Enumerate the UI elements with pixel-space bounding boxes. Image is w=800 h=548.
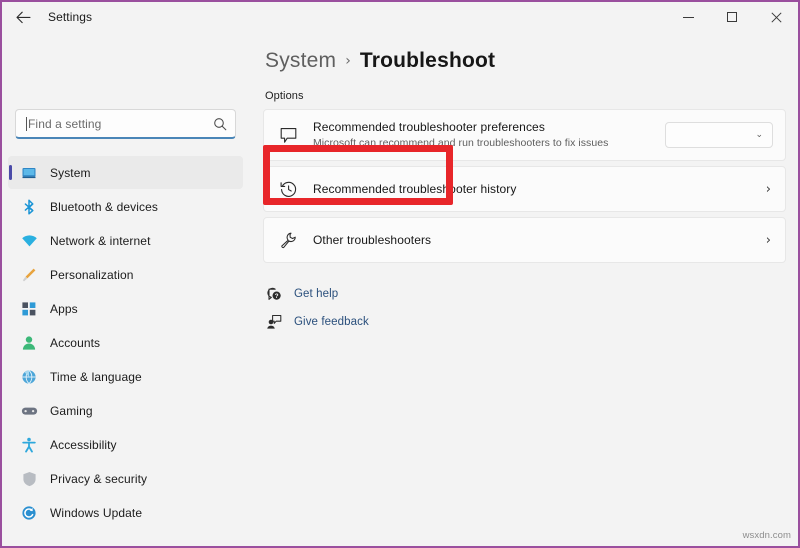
chevron-right-icon: › bbox=[766, 182, 773, 197]
maximize-icon bbox=[727, 12, 737, 22]
text-caret bbox=[26, 117, 27, 131]
watermark: wsxdn.com bbox=[743, 530, 791, 541]
sidebar-item-apps[interactable]: Apps bbox=[8, 292, 243, 325]
sidebar-nav: System Bluetooth & devices Network & int… bbox=[2, 156, 250, 529]
sidebar-item-label: Network & internet bbox=[50, 234, 151, 248]
link-label: Get help bbox=[294, 288, 338, 300]
sidebar-item-system[interactable]: System bbox=[8, 156, 243, 189]
link-give-feedback[interactable]: Give feedback bbox=[265, 311, 798, 332]
chevron-down-icon: ⌄ bbox=[755, 130, 763, 140]
search-input[interactable]: Find a setting bbox=[15, 109, 236, 139]
chat-bubble-icon bbox=[277, 124, 299, 146]
card-other-troubleshooters[interactable]: Other troubleshooters › bbox=[263, 217, 786, 263]
sidebar-item-label: Accessibility bbox=[50, 438, 117, 452]
card-text: Recommended troubleshooter preferences M… bbox=[313, 120, 665, 150]
help-question-icon: ? bbox=[265, 285, 282, 302]
chevron-right-icon: › bbox=[766, 233, 773, 248]
minimize-button[interactable] bbox=[666, 2, 710, 32]
sidebar-item-time-language[interactable]: Time & language bbox=[8, 360, 243, 393]
card-subtitle: Microsoft can recommend and run troubles… bbox=[313, 137, 665, 150]
title-bar: Settings bbox=[2, 2, 798, 32]
breadcrumb: System › Troubleshoot bbox=[265, 49, 798, 73]
breadcrumb-parent[interactable]: System bbox=[265, 49, 336, 73]
card-recommended-troubleshooter-history[interactable]: Recommended troubleshooter history › bbox=[263, 166, 786, 212]
bluetooth-icon bbox=[20, 198, 38, 216]
sidebar-item-label: Windows Update bbox=[50, 506, 142, 520]
window-controls bbox=[666, 2, 798, 32]
options-list: Recommended troubleshooter preferences M… bbox=[263, 109, 786, 263]
gamepad-icon bbox=[20, 402, 38, 420]
history-clock-icon bbox=[277, 178, 299, 200]
sidebar-item-privacy-security[interactable]: Privacy & security bbox=[8, 462, 243, 495]
globe-icon bbox=[20, 368, 38, 386]
sidebar-item-bluetooth-devices[interactable]: Bluetooth & devices bbox=[8, 190, 243, 223]
wifi-icon bbox=[20, 232, 38, 250]
sidebar-item-label: Privacy & security bbox=[50, 472, 147, 486]
card-text: Other troubleshooters bbox=[313, 233, 766, 248]
link-label: Give feedback bbox=[294, 316, 369, 328]
search-container: Find a setting bbox=[15, 109, 236, 139]
sidebar-item-label: Bluetooth & devices bbox=[50, 200, 158, 214]
back-button[interactable] bbox=[6, 3, 40, 31]
minimize-icon bbox=[683, 17, 694, 18]
sidebar-item-windows-update[interactable]: Windows Update bbox=[8, 496, 243, 529]
search-placeholder: Find a setting bbox=[28, 117, 213, 131]
sidebar-item-label: Time & language bbox=[50, 370, 142, 384]
shield-icon bbox=[20, 470, 38, 488]
sidebar-item-accounts[interactable]: Accounts bbox=[8, 326, 243, 359]
sidebar-item-gaming[interactable]: Gaming bbox=[8, 394, 243, 427]
apps-icon bbox=[20, 300, 38, 318]
main-content: System › Troubleshoot Options Recommende… bbox=[250, 32, 798, 546]
feedback-person-icon bbox=[265, 313, 282, 330]
sidebar-item-label: Apps bbox=[50, 302, 78, 316]
card-title: Recommended troubleshooter preferences bbox=[313, 120, 665, 135]
brush-icon bbox=[20, 266, 38, 284]
recommended-troubleshooter-dropdown[interactable]: ⌄ bbox=[665, 122, 773, 148]
sidebar-item-label: System bbox=[50, 166, 91, 180]
update-icon bbox=[20, 504, 38, 522]
breadcrumb-separator-icon: › bbox=[345, 53, 351, 69]
help-links: ? Get help Give feedback bbox=[265, 283, 798, 332]
person-icon bbox=[20, 334, 38, 352]
sidebar: Find a setting System bbox=[2, 32, 250, 546]
accessibility-icon bbox=[20, 436, 38, 454]
card-text: Recommended troubleshooter history bbox=[313, 182, 766, 197]
window-title: Settings bbox=[48, 10, 92, 24]
back-arrow-icon bbox=[16, 11, 31, 24]
sidebar-item-network-internet[interactable]: Network & internet bbox=[8, 224, 243, 257]
card-title: Recommended troubleshooter history bbox=[313, 182, 766, 197]
close-icon bbox=[771, 12, 782, 23]
sidebar-item-label: Accounts bbox=[50, 336, 100, 350]
monitor-icon bbox=[20, 164, 38, 182]
card-recommended-troubleshooter-preferences[interactable]: Recommended troubleshooter preferences M… bbox=[263, 109, 786, 161]
card-title: Other troubleshooters bbox=[313, 233, 766, 248]
page-title: Troubleshoot bbox=[360, 49, 495, 73]
sidebar-item-label: Personalization bbox=[50, 268, 134, 282]
settings-window: Settings Find a setting bbox=[0, 0, 800, 548]
sidebar-item-personalization[interactable]: Personalization bbox=[8, 258, 243, 291]
svg-text:?: ? bbox=[274, 293, 278, 300]
sidebar-item-label: Gaming bbox=[50, 404, 93, 418]
close-button[interactable] bbox=[754, 2, 798, 32]
sidebar-item-accessibility[interactable]: Accessibility bbox=[8, 428, 243, 461]
section-label: Options bbox=[265, 90, 798, 102]
maximize-button[interactable] bbox=[710, 2, 754, 32]
wrench-icon bbox=[277, 229, 299, 251]
search-icon bbox=[213, 117, 227, 131]
link-get-help[interactable]: ? Get help bbox=[265, 283, 798, 304]
